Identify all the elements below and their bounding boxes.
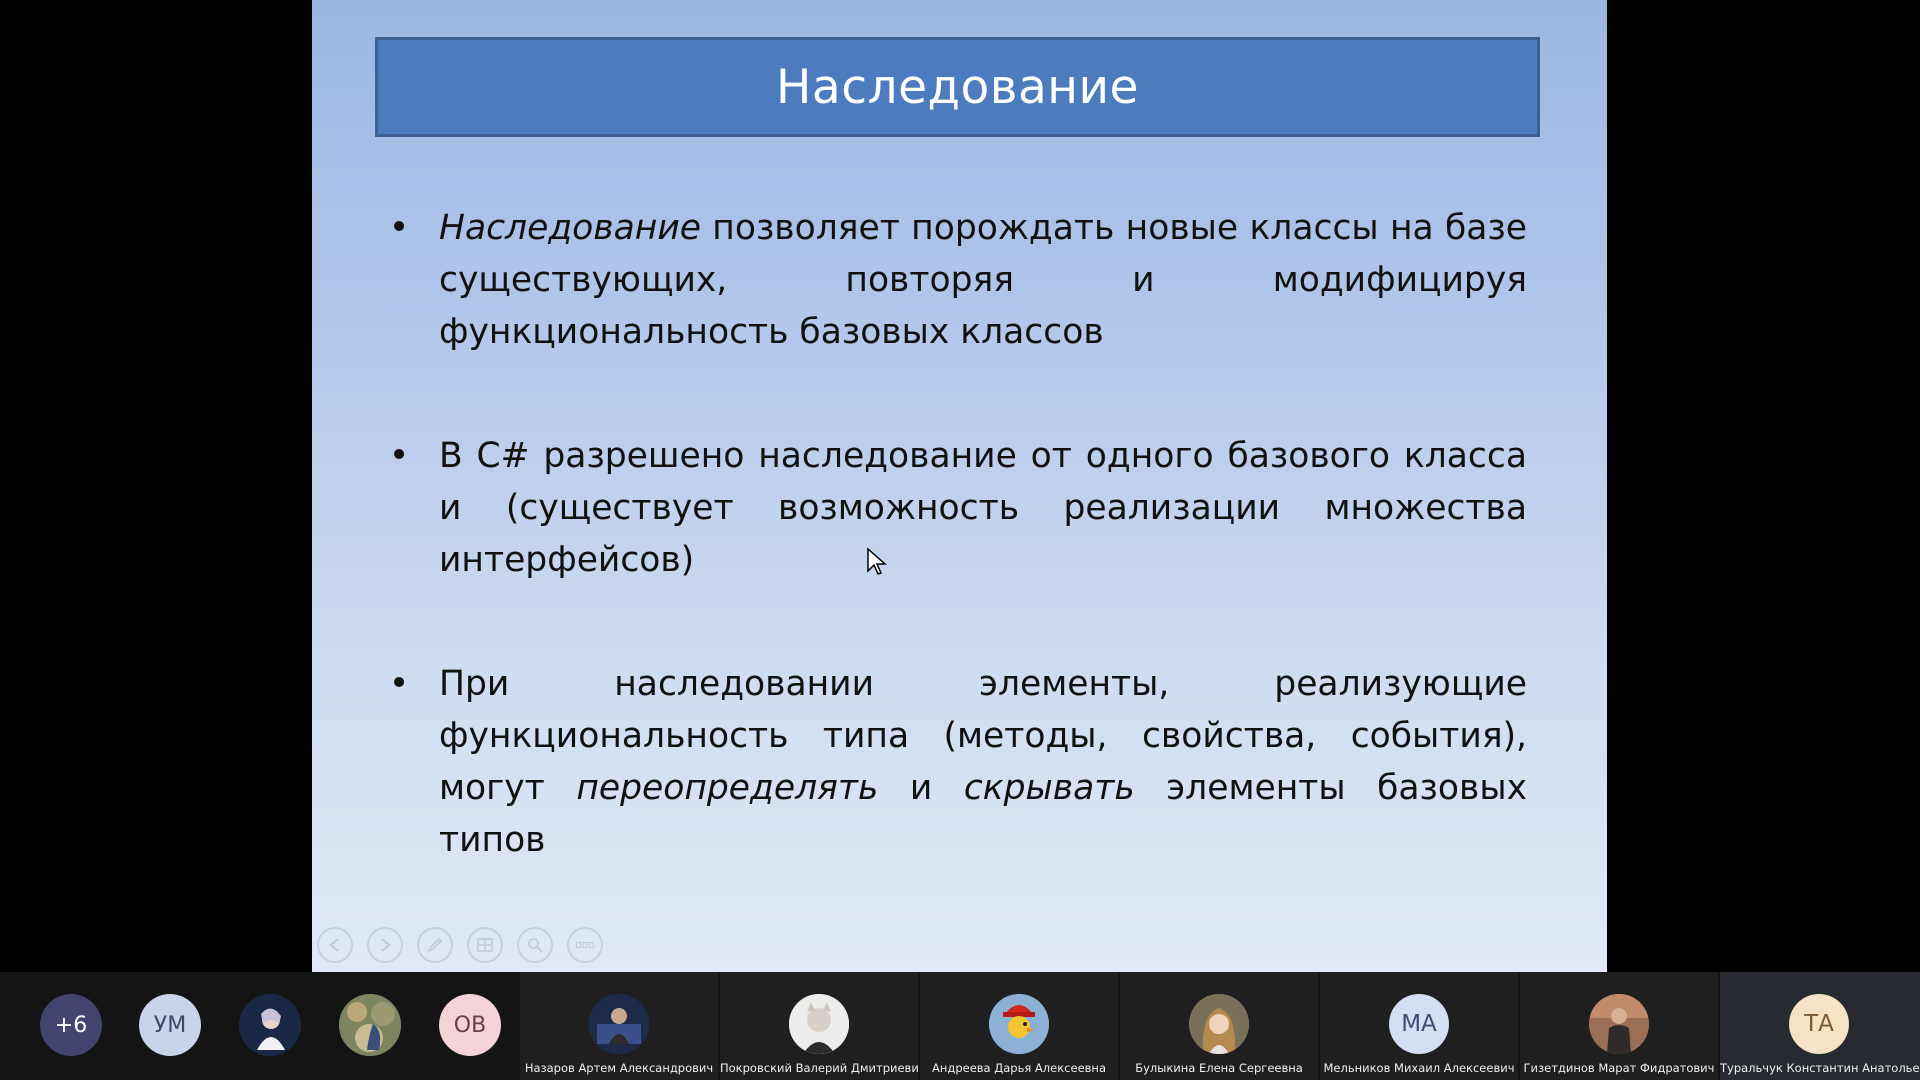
bullet-text: При наследовании элементы, реализующие ф…: [439, 658, 1527, 866]
participant-tile[interactable]: Назаров Артем Александрович: [520, 972, 718, 1080]
zoom-icon[interactable]: [517, 927, 553, 963]
overflow-count: +6: [54, 1012, 88, 1038]
participant-name: Назаров Артем Александрович: [524, 1061, 714, 1075]
participant-name: Андреева Дарья Алексеевна: [931, 1061, 1106, 1075]
participant-tile-active[interactable]: ТА Турaльчук Константин Анатольевич: [1720, 972, 1920, 1080]
avatar-initials: УМ: [153, 1012, 187, 1038]
participant-avatar[interactable]: ОВ: [439, 994, 501, 1056]
participant-name: Гизетдинов Марат Фидратович: [1523, 1061, 1715, 1075]
avatar-photo: [589, 994, 649, 1054]
avatar-initials: ТА: [1804, 1011, 1834, 1037]
participant-avatar[interactable]: УМ: [139, 994, 201, 1056]
participant-tile[interactable]: Андреева Дарья Алексеевна: [920, 972, 1118, 1080]
presentation-slide: Наследование • Наследование позволяет по…: [312, 0, 1607, 972]
participant-avatar[interactable]: [239, 994, 301, 1056]
avatar-photo: [989, 994, 1049, 1054]
slideshow-controls: [317, 927, 603, 963]
participant-name: Покровский Валерий Дмитриевич: [720, 1061, 918, 1075]
bullet-text-part: и: [878, 768, 964, 808]
italic-term: скрывать: [963, 768, 1135, 808]
participant-name: Мельников Михаил Алексеевич: [1323, 1061, 1515, 1075]
pen-icon[interactable]: [417, 927, 453, 963]
mouse-cursor-icon: [867, 547, 887, 575]
bullet-text: Наследование позволяет порождать новые к…: [439, 202, 1527, 358]
participant-avatar: МА: [1389, 994, 1449, 1054]
slides-grid-icon[interactable]: [467, 927, 503, 963]
bullet-item: • Наследование позволяет порождать новые…: [387, 202, 1527, 358]
slide-title-bar: Наследование: [375, 37, 1540, 137]
participant-tile[interactable]: Булыкина Елена Сергеевна: [1120, 972, 1318, 1080]
avatar-photo: [339, 994, 401, 1056]
more-participants-button[interactable]: +6: [40, 994, 102, 1056]
bullet-dot: •: [388, 436, 410, 476]
participant-tile[interactable]: Покровский Валерий Дмитриевич: [720, 972, 918, 1080]
slide-title: Наследование: [776, 59, 1139, 115]
participant-name: Булыкина Елена Сергеевна: [1135, 1061, 1303, 1075]
next-icon[interactable]: [367, 927, 403, 963]
avatar-photo: [1589, 994, 1649, 1054]
avatar-photo: [239, 994, 301, 1056]
participant-name: Турaльчук Константин Анатольевич: [1720, 1061, 1920, 1075]
avatar-initials: МА: [1401, 1011, 1437, 1037]
previous-icon[interactable]: [317, 927, 353, 963]
bullet-dot: •: [388, 664, 410, 704]
italic-term: Наследование: [439, 208, 701, 248]
participant-tile[interactable]: Гизетдинов Марат Фидратович: [1520, 972, 1718, 1080]
italic-term: переопределять: [576, 768, 879, 808]
participant-tile[interactable]: МА Мельников Михаил Алексеевич: [1320, 972, 1518, 1080]
participant-avatar: ТА: [1789, 994, 1849, 1054]
more-icon[interactable]: [567, 927, 603, 963]
avatar-photo: [1189, 994, 1249, 1054]
participants-strip: +6 УМ ОВ Назаров Артем Александрович Пок…: [0, 972, 1920, 1080]
bullet-item: • При наследовании элементы, реализующие…: [387, 658, 1527, 866]
bullet-dot: •: [388, 208, 410, 248]
bullet-text: В C# разрешено наследование от одного ба…: [439, 436, 1527, 580]
bullet-item: • В C# разрешено наследование от одного …: [387, 430, 1527, 586]
participant-avatar[interactable]: [339, 994, 401, 1056]
avatar-photo: [789, 994, 849, 1054]
avatar-initials: ОВ: [453, 1012, 487, 1038]
